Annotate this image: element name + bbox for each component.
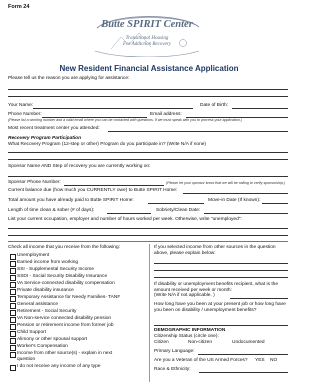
your-name-field[interactable] [33,108,193,109]
race-label: Race & Ethnicity: [154,367,191,372]
treatment-center-field[interactable] [108,131,288,132]
income-item-none: I do not receive any income of any type [17,364,101,369]
veteran-yes-option[interactable]: YES [255,358,265,364]
column-divider [149,244,150,382]
logo-tagline-2: For Addiction Recovery [123,42,171,47]
income-checkbox-general-assistance[interactable] [10,303,16,309]
date-of-birth-label: Date of Birth: [200,103,228,108]
income-checkbox-none[interactable] [10,365,16,371]
other-sources-line-1[interactable] [154,263,288,264]
income-item-earned: Earned income from working [17,260,79,265]
sponsor-line[interactable] [8,176,288,177]
income-item-child-support: Child Support [17,330,47,335]
income-checkbox-unemployment[interactable] [10,254,16,260]
sobriety-date-field[interactable] [204,213,288,214]
logo-tagline-1: Transitional Housing [125,36,169,41]
intro-question: Please tell us the reason you are applyi… [8,76,130,81]
income-item-retirement: Retirement - Social Security [17,309,77,314]
sponsor-note: (Please let your sponsor know that we wi… [166,181,286,185]
income-checkbox-retirement[interactable] [10,310,16,316]
income-checkbox-va-compensation[interactable] [10,282,16,288]
other-sources-question: If you selected income from other source… [154,245,276,256]
recovery-heading: Recovery Program Participation [8,136,82,141]
balance-due-label: Current balance due (how much you CURREN… [8,188,178,193]
phone-label: Phone Number: [8,112,42,117]
race-field[interactable] [199,372,288,373]
sponsor-phone-field[interactable] [64,185,164,186]
income-item-unemployment: Unemployment [17,253,50,258]
income-checkbox-ssdi[interactable] [10,275,16,281]
application-form-page: Form 24 Butte SPIRIT Center Transitional… [0,0,298,386]
income-checkbox-pension[interactable] [10,324,16,330]
demographic-heading: DEMOGRAPHIC INFORMATION [154,328,226,333]
move-in-field[interactable] [262,203,288,204]
income-item-va-compensation: VA Service-connected disability compensa… [17,281,115,286]
benefits-na-note: (Write N/A if not applicable. ) [154,293,215,298]
sponsor-phone-label: Sponsor Phone Number: [8,180,61,185]
benefits-amount-field[interactable] [230,298,288,299]
income-item-ssi: SSI - Supplemental Security Income [17,267,95,272]
treatment-center-label: Most recent treatment center you attende… [8,126,100,131]
total-paid-field[interactable] [148,203,204,204]
income-checkbox-ssi[interactable] [10,268,16,274]
income-checkbox-private-disability[interactable] [10,289,16,295]
income-item-other-source-cont: question [17,357,36,362]
income-checkbox-tanf[interactable] [10,296,16,302]
language-field[interactable] [198,354,288,355]
veteran-question: Are you a Veteran of the US Armed Forces… [154,358,248,363]
income-item-va-pension: VA Non-service connected disability pens… [17,316,112,321]
income-item-alimony: Alimony or other spousal support [17,337,88,342]
reason-line-2[interactable] [8,96,288,97]
income-item-tanf: Temporary Assistance for Needy Families-… [17,295,121,300]
recovery-line-2[interactable] [8,159,288,160]
undocumented-option[interactable]: Undocumented [232,340,265,346]
clean-time-label: Length of time clean & sober (# of days)… [8,208,95,213]
non-citizen-option[interactable]: Non-citizen [188,340,212,346]
income-item-private-disability: Private disability insurance [17,288,74,293]
clean-time-field[interactable] [107,213,151,214]
income-checkbox-va-pension[interactable] [10,317,16,323]
employment-question: List your current occupation, employer a… [8,217,242,222]
income-checkbox-workers-comp[interactable] [10,345,16,351]
sponsor-question: Sponsor Name AND Step of recovery you ar… [8,164,151,169]
total-paid-label: Total amount you have already paid to Bu… [8,198,134,203]
income-checkbox-alimony[interactable] [10,338,16,344]
sobriety-date-label: Sobriety/Clean Date: [156,208,201,213]
citizen-option[interactable]: Citizen [154,340,169,346]
recovery-line-1[interactable] [8,152,288,153]
employment-line-2[interactable] [8,235,288,236]
employment-line-1[interactable] [8,228,288,229]
date-of-birth-field[interactable] [232,108,288,109]
income-item-other-source: Income from other source(s) - explain in… [17,351,113,356]
job-duration-question: How long have you been at your present j… [154,302,286,313]
move-in-label: Move-in Date (If known): [208,198,261,203]
form-number: Form 24 [8,4,30,10]
veteran-no-option[interactable]: NO [270,358,277,364]
income-item-ssdi: SSDI - Social Security Disability Insura… [17,274,108,279]
recovery-question: What Recovery Program (12-step or other)… [8,142,206,147]
contact-note: (Please list a working number and a vali… [8,118,242,122]
income-checkbox-earned[interactable] [10,261,16,267]
job-duration-field[interactable] [154,325,288,326]
income-item-general-assistance: General assistance [17,302,59,307]
email-label: Email address: [150,112,182,117]
balance-due-field[interactable] [183,193,288,194]
other-sources-line-2[interactable] [154,270,288,271]
income-heading: Check all income that you receive from t… [8,245,120,250]
income-checkbox-other-source[interactable] [10,352,16,358]
section-divider [8,241,288,242]
page-title: New Resident Financial Assistance Applic… [59,64,239,73]
income-checkbox-child-support[interactable] [10,331,16,337]
income-item-workers-comp: Worker's Compensation [17,344,68,349]
your-name-label: Your Name: [8,103,34,108]
language-label: Primary Language: [154,349,195,354]
citizenship-label: Citizenship Status (circle one): [154,334,219,339]
reason-line-1[interactable] [8,89,288,90]
other-sources-line-3[interactable] [154,277,288,278]
benefits-amount-question: If disability or unemployment benefits r… [154,282,278,293]
butte-spirit-logo: Butte SPIRIT Center Transitional Housing… [91,15,203,58]
logo-name: Butte SPIRIT Center [101,19,193,30]
income-item-pension: Pension or retirement income from former… [17,323,114,328]
